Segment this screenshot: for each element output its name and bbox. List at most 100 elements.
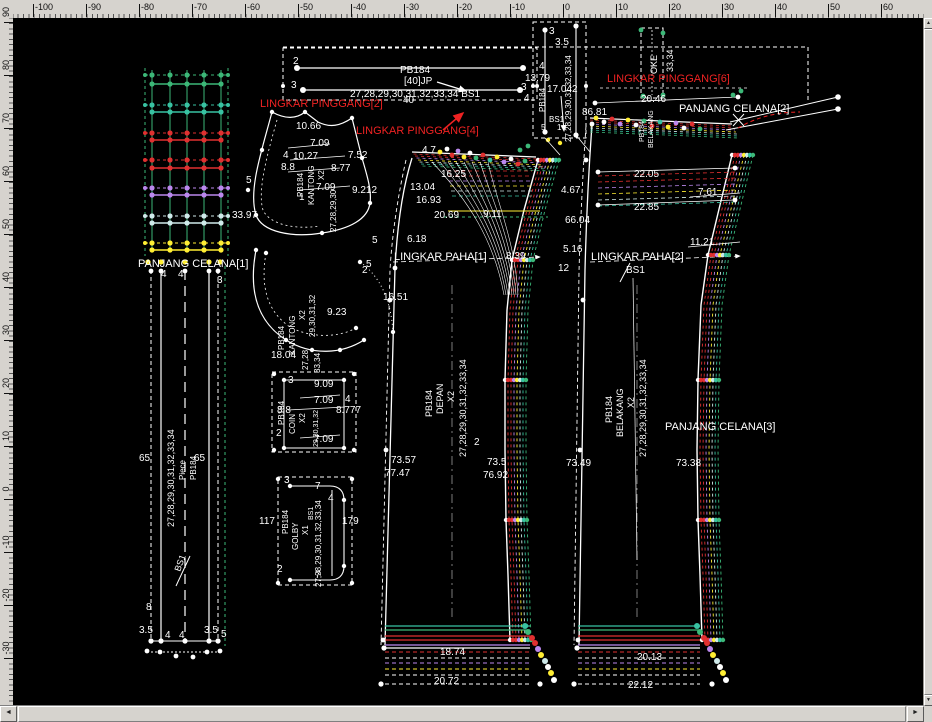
grading-point[interactable] bbox=[525, 629, 531, 635]
grading-point[interactable] bbox=[350, 477, 354, 481]
grading-point[interactable] bbox=[522, 623, 528, 629]
grading-point[interactable] bbox=[201, 130, 206, 135]
grading-point[interactable] bbox=[184, 213, 189, 218]
grading-point[interactable] bbox=[731, 93, 736, 98]
grading-point[interactable] bbox=[281, 84, 285, 88]
grading-point[interactable] bbox=[184, 81, 189, 86]
grading-point[interactable] bbox=[720, 670, 726, 676]
grading-point[interactable] bbox=[201, 165, 206, 170]
grading-point[interactable] bbox=[658, 120, 663, 125]
pattern-canvas[interactable]: 23PB184[40]JP27,28,29,30,31,32,33,34 BS1… bbox=[13, 18, 924, 706]
grading-point[interactable] bbox=[717, 518, 721, 522]
grading-point[interactable] bbox=[698, 127, 703, 132]
grading-point[interactable] bbox=[288, 578, 292, 582]
grading-point[interactable] bbox=[526, 144, 531, 149]
grading-point[interactable] bbox=[218, 220, 223, 225]
piece-waistband[interactable] bbox=[145, 259, 225, 659]
grading-point[interactable] bbox=[717, 378, 721, 382]
grading-point[interactable] bbox=[610, 117, 615, 122]
grading-point[interactable] bbox=[226, 158, 230, 162]
grading-point[interactable] bbox=[690, 122, 695, 127]
grading-point[interactable] bbox=[218, 165, 223, 170]
grading-point[interactable] bbox=[201, 72, 206, 77]
grading-point[interactable] bbox=[201, 220, 206, 225]
vertical-scrollbar[interactable]: ▲ ▼ bbox=[923, 18, 932, 706]
grading-point[interactable] bbox=[167, 102, 172, 107]
grading-point[interactable] bbox=[320, 231, 324, 235]
grading-point[interactable] bbox=[523, 159, 528, 164]
grading-point[interactable] bbox=[145, 649, 150, 654]
grading-point[interactable] bbox=[551, 677, 557, 683]
grading-point[interactable] bbox=[184, 109, 189, 114]
grading-point[interactable] bbox=[184, 165, 189, 170]
grading-point[interactable] bbox=[602, 120, 607, 125]
grading-point[interactable] bbox=[721, 638, 725, 642]
grading-point[interactable] bbox=[666, 125, 671, 130]
grading-point[interactable] bbox=[596, 203, 601, 208]
grading-point[interactable] bbox=[342, 446, 346, 450]
grading-point[interactable] bbox=[468, 151, 473, 156]
grading-point[interactable] bbox=[576, 638, 581, 643]
grading-point[interactable] bbox=[149, 220, 154, 225]
grading-point[interactable] bbox=[542, 658, 548, 664]
grading-point[interactable] bbox=[226, 186, 230, 190]
grading-point[interactable] bbox=[167, 157, 172, 162]
grading-point[interactable] bbox=[548, 670, 554, 676]
horizontal-ruler[interactable]: -100-90-80-70-60-50-40-30-20-10010203040… bbox=[13, 0, 924, 19]
grading-point[interactable] bbox=[201, 247, 206, 252]
scroll-down-button[interactable]: ▼ bbox=[924, 695, 932, 706]
grading-point[interactable] bbox=[384, 448, 389, 453]
grading-point[interactable] bbox=[358, 260, 362, 264]
grading-point[interactable] bbox=[201, 109, 206, 114]
grading-point[interactable] bbox=[184, 247, 189, 252]
grading-point[interactable] bbox=[149, 72, 154, 77]
grading-point[interactable] bbox=[167, 185, 172, 190]
grading-point[interactable] bbox=[201, 137, 206, 142]
grading-point[interactable] bbox=[545, 664, 551, 670]
grading-point[interactable] bbox=[584, 84, 588, 88]
grading-point[interactable] bbox=[184, 102, 189, 107]
grading-point[interactable] bbox=[368, 201, 372, 205]
grading-point[interactable] bbox=[342, 378, 346, 382]
grading-point[interactable] bbox=[149, 192, 154, 197]
grading-point[interactable] bbox=[246, 188, 250, 192]
grading-point[interactable] bbox=[218, 185, 223, 190]
grading-point[interactable] bbox=[218, 102, 223, 107]
grading-point[interactable] bbox=[578, 448, 583, 453]
grading-point[interactable] bbox=[557, 158, 561, 162]
grading-point[interactable] bbox=[516, 162, 521, 167]
grading-point[interactable] bbox=[835, 94, 841, 100]
vertical-ruler[interactable]: 9080706050403020100-10-20-30 bbox=[0, 18, 14, 706]
grading-point[interactable] bbox=[701, 635, 707, 641]
grading-point[interactable] bbox=[717, 664, 723, 670]
grading-point[interactable] bbox=[201, 157, 206, 162]
grading-point[interactable] bbox=[282, 446, 286, 450]
grading-point[interactable] bbox=[714, 658, 720, 664]
grading-point[interactable] bbox=[218, 247, 223, 252]
horizontal-scroll-thumb[interactable] bbox=[18, 706, 906, 722]
grading-point[interactable] bbox=[661, 31, 666, 36]
grading-point[interactable] bbox=[736, 95, 741, 100]
grading-point[interactable] bbox=[450, 153, 455, 158]
grading-point[interactable] bbox=[531, 84, 535, 88]
grading-point[interactable] bbox=[593, 101, 598, 106]
grading-point[interactable] bbox=[535, 646, 541, 652]
grading-point[interactable] bbox=[226, 241, 230, 245]
grading-point[interactable] bbox=[282, 378, 286, 382]
grading-point[interactable] bbox=[254, 248, 258, 252]
grading-point[interactable] bbox=[697, 629, 703, 635]
grading-point[interactable] bbox=[276, 477, 280, 481]
grading-point[interactable] bbox=[201, 240, 206, 245]
grading-point[interactable] bbox=[542, 27, 547, 32]
grading-point[interactable] bbox=[381, 638, 386, 643]
grading-point[interactable] bbox=[634, 123, 639, 128]
grading-point[interactable] bbox=[226, 103, 230, 107]
grading-point[interactable] bbox=[362, 338, 366, 342]
grading-point[interactable] bbox=[184, 220, 189, 225]
grading-point[interactable] bbox=[751, 153, 755, 157]
grading-point[interactable] bbox=[581, 298, 586, 303]
grading-point[interactable] bbox=[218, 649, 223, 654]
grading-point[interactable] bbox=[350, 116, 354, 120]
vertical-scroll-thumb[interactable] bbox=[924, 29, 932, 695]
grading-point[interactable] bbox=[143, 73, 147, 77]
